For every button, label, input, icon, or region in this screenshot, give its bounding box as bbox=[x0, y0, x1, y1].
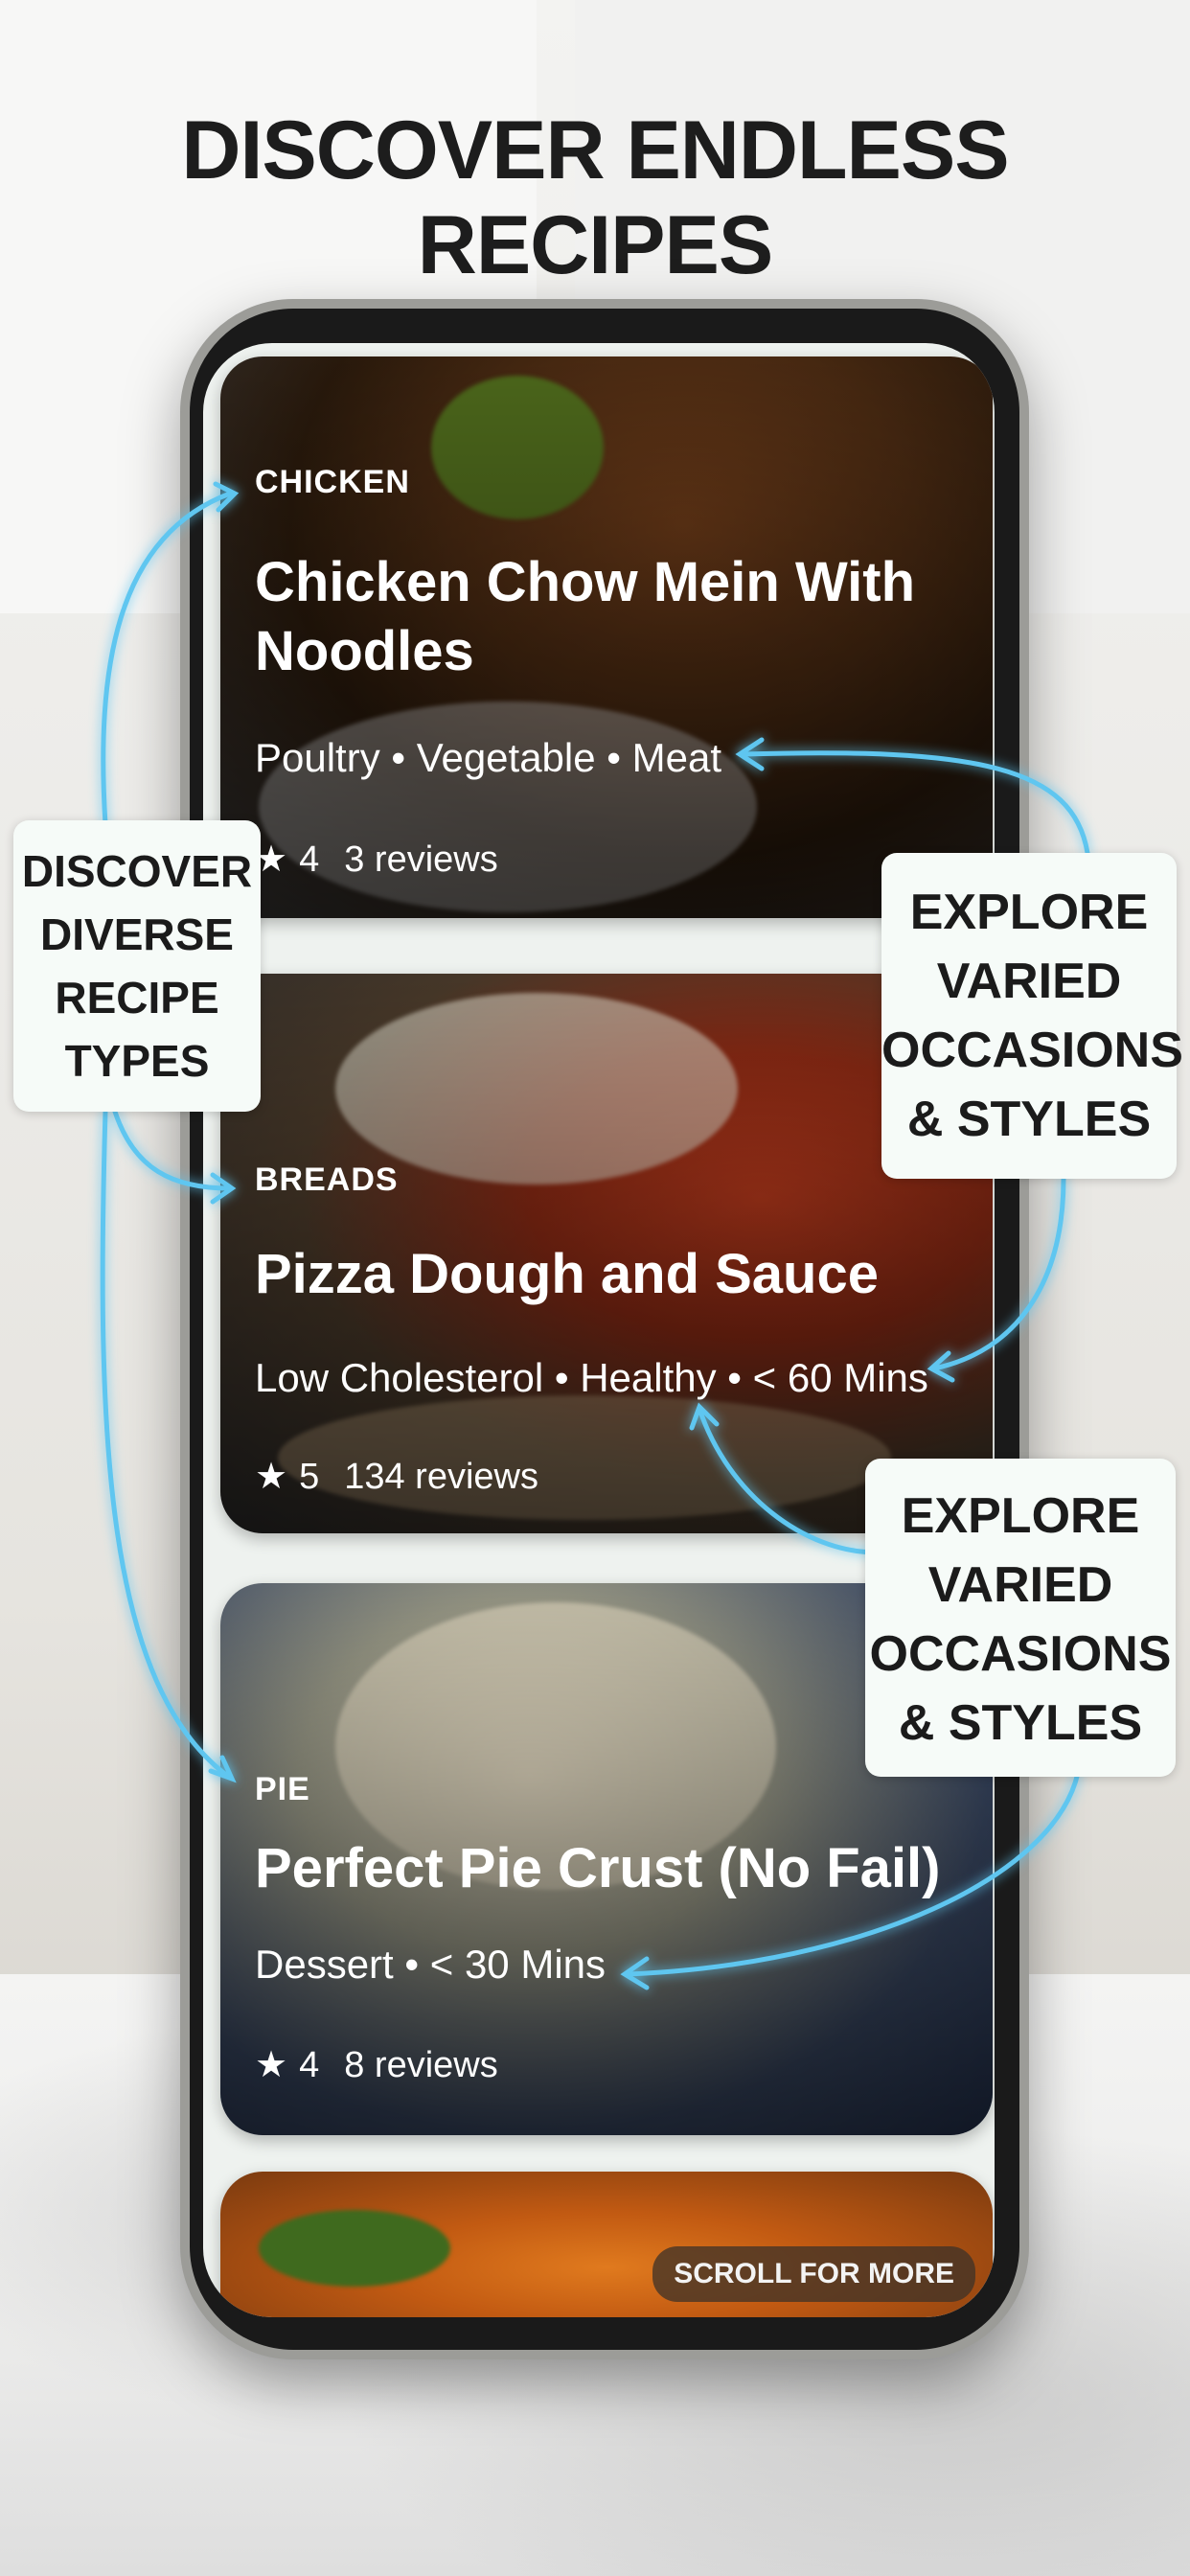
callout-line: & STYLES bbox=[898, 1695, 1143, 1751]
callout-line: VARIED bbox=[927, 1557, 1113, 1613]
callout-line: DIVERSE bbox=[40, 909, 234, 959]
callout-explore-occasions-bottom: EXPLORE VARIED OCCASIONS & STYLES bbox=[865, 1459, 1176, 1777]
callout-line: OCCASIONS bbox=[881, 1023, 1183, 1078]
callout-line: OCCASIONS bbox=[869, 1626, 1172, 1682]
callout-line: TYPES bbox=[64, 1036, 210, 1086]
callout-explore-occasions-top: EXPLORE VARIED OCCASIONS & STYLES bbox=[881, 853, 1183, 1179]
callout-discover-diverse-types: DISCOVER DIVERSE RECIPE TYPES bbox=[13, 820, 261, 1112]
callout-line: EXPLORE bbox=[909, 885, 1149, 940]
callout-line: & STYLES bbox=[906, 1092, 1152, 1147]
callout-arrows bbox=[100, 481, 1090, 1990]
callout-line: EXPLORE bbox=[901, 1488, 1140, 1544]
callout-line: DISCOVER bbox=[21, 846, 253, 896]
callout-line: VARIED bbox=[936, 954, 1122, 1009]
callout-line: RECIPE bbox=[55, 973, 219, 1023]
